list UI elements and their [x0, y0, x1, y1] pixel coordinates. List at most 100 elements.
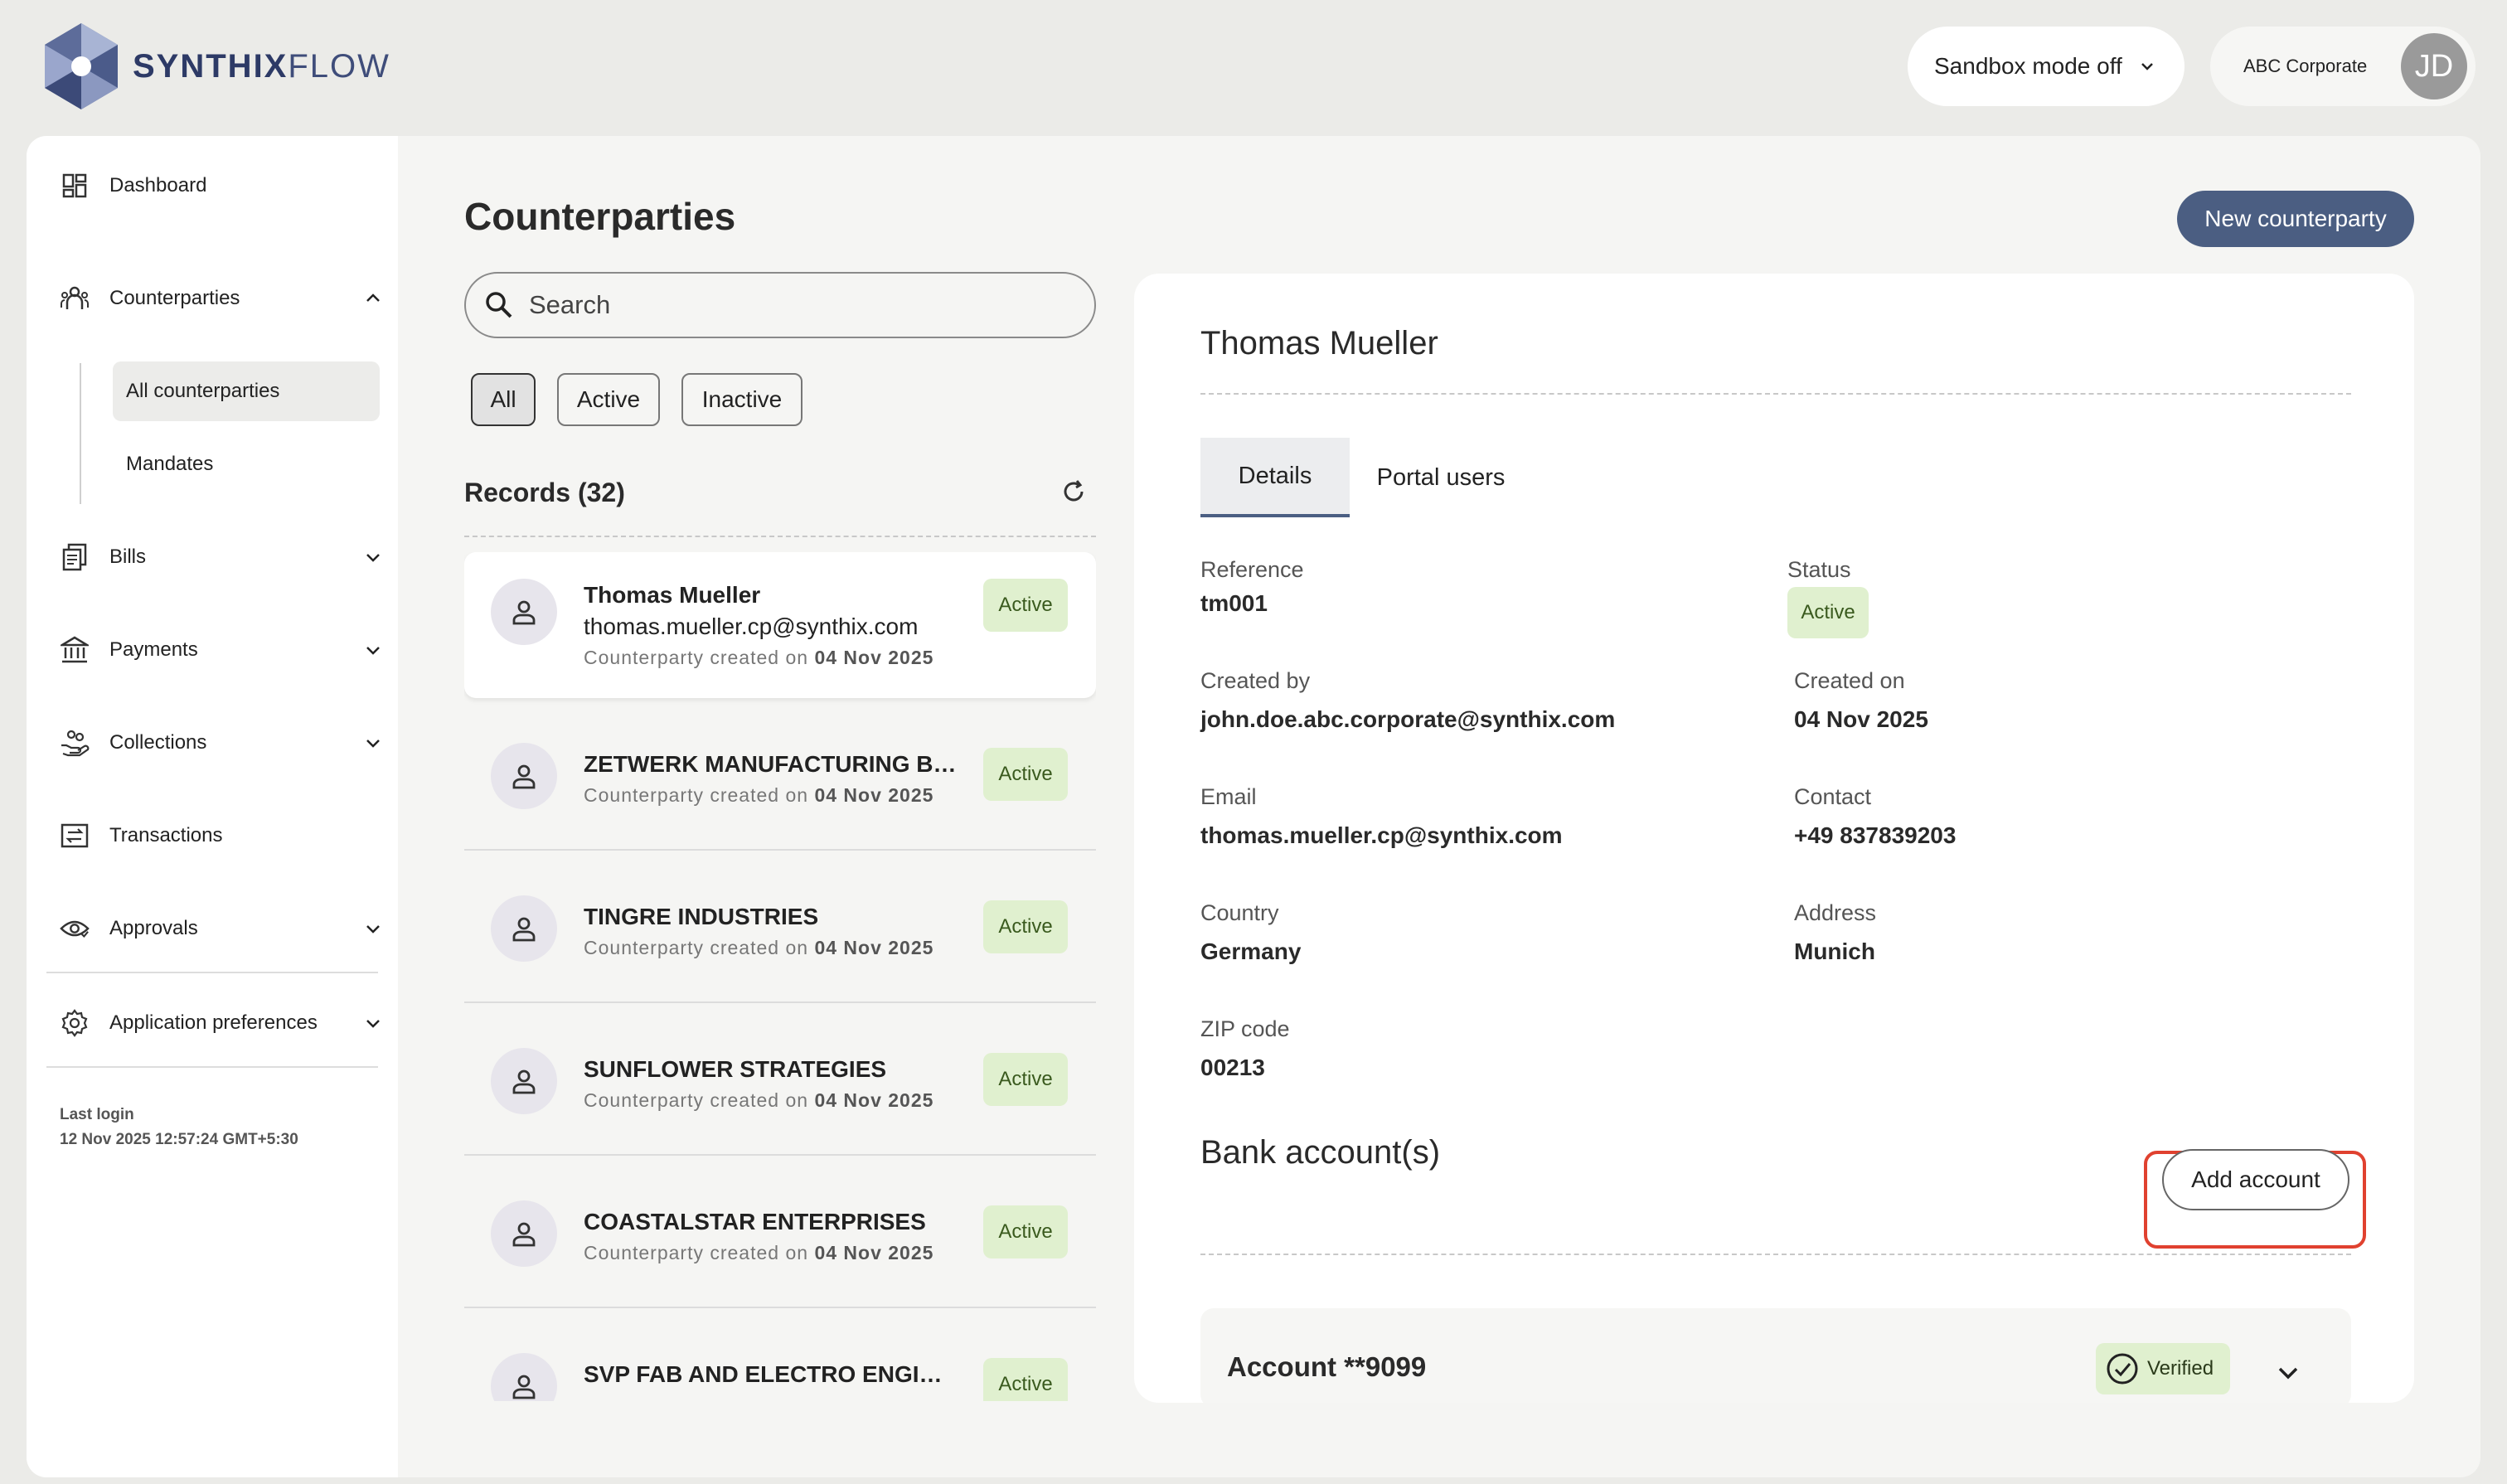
- avatar: [491, 1353, 557, 1401]
- sidebar-item-label: Approvals: [109, 917, 198, 939]
- records-divider: [464, 536, 1096, 537]
- counterparty-name: SVP FAB AND ELECTRO ENGINEERING: [584, 1361, 957, 1387]
- tab-portal-users[interactable]: Portal users: [1366, 438, 1515, 517]
- chevron-down-icon: [366, 925, 380, 934]
- org-switcher[interactable]: ABC Corporate JD: [2210, 27, 2475, 106]
- filter-active[interactable]: Active: [557, 373, 660, 426]
- person-icon: [512, 1222, 536, 1247]
- zip-value: 00213: [1200, 1055, 1265, 1080]
- refresh-icon[interactable]: [1060, 478, 1088, 506]
- sidebar-item-approvals[interactable]: Approvals: [60, 914, 383, 943]
- sidebar-item-label: Collections: [109, 731, 207, 754]
- status-badge: Active: [983, 579, 1068, 632]
- people-icon: [60, 284, 90, 313]
- country-value: Germany: [1200, 938, 1302, 964]
- last-login: Last login 12 Nov 2025 12:57:24 GMT+5:30: [60, 1103, 298, 1152]
- chevron-up-icon: [366, 293, 380, 302]
- zip-label: ZIP code: [1200, 1016, 1290, 1041]
- sidebar-item-counterparties[interactable]: Counterparties: [60, 284, 383, 313]
- org-name: ABC Corporate: [2243, 56, 2368, 76]
- counterparty-name: ZETWERK MANUFACTURING BUSINESSES PRIVATE…: [584, 751, 957, 777]
- status-badge: Active: [1787, 587, 1869, 638]
- list-item[interactable]: TINGRE INDUSTRIES Counterparty created o…: [464, 851, 1096, 1003]
- tab-details[interactable]: Details: [1200, 438, 1350, 517]
- detail-divider: [1200, 393, 2351, 395]
- eye-icon: [60, 914, 90, 943]
- sidebar-item-dashboard[interactable]: Dashboard: [60, 171, 383, 201]
- chevron-down-icon[interactable]: [2275, 1360, 2301, 1386]
- list-item[interactable]: ZETWERK MANUFACTURING BUSINESSES PRIVATE…: [464, 698, 1096, 851]
- person-icon: [512, 917, 536, 942]
- top-bar: SYNTHIXFLOW Sandbox mode off ABC Corpora…: [0, 0, 2507, 134]
- counterparty-created: Counterparty created on 04 Nov 2025: [584, 1242, 934, 1263]
- avatar: [491, 743, 557, 809]
- email-label: Email: [1200, 784, 1257, 809]
- counterparty-created: Counterparty created on 04 Nov 2025: [584, 937, 934, 958]
- new-counterparty-button[interactable]: New counterparty: [2177, 191, 2414, 247]
- user-avatar[interactable]: JD: [2401, 33, 2467, 99]
- status-badge: Active: [983, 748, 1068, 801]
- sidebar-item-payments[interactable]: Payments: [60, 635, 383, 665]
- check-circle-icon: [2107, 1353, 2138, 1385]
- search-input[interactable]: [529, 290, 1026, 320]
- sidebar-divider: [46, 972, 378, 973]
- counterparty-name: TINGRE INDUSTRIES: [584, 904, 819, 929]
- status-badge: Active: [983, 1053, 1068, 1106]
- sandbox-mode-label: Sandbox mode off: [1934, 53, 2122, 79]
- filter-all[interactable]: All: [471, 373, 536, 426]
- person-icon: [512, 764, 536, 789]
- sidebar-subitem-mandates[interactable]: Mandates: [113, 434, 380, 494]
- created-by-value: john.doe.abc.corporate@synthix.com: [1200, 706, 1616, 732]
- detail-panel: Thomas Mueller Details Portal users Refe…: [1134, 274, 2414, 1403]
- sidebar-item-bills[interactable]: Bills: [60, 542, 383, 572]
- search-box[interactable]: [464, 272, 1096, 338]
- app-frame: Dashboard Counterparties All counterpart…: [27, 136, 2480, 1477]
- person-icon: [512, 1375, 536, 1399]
- bank-account-card[interactable]: Account **9099 Verified: [1200, 1308, 2351, 1403]
- reference-value: tm001: [1200, 590, 1268, 616]
- chevron-down-icon: [366, 740, 380, 748]
- brand-logo[interactable]: SYNTHIXFLOW: [38, 20, 390, 113]
- dashboard-icon: [60, 171, 90, 201]
- person-icon: [512, 1069, 536, 1094]
- list-item[interactable]: COASTALSTAR ENTERPRISES Counterparty cre…: [464, 1156, 1096, 1308]
- counterparty-created: Counterparty created on 04 Nov 2025: [584, 1089, 934, 1111]
- account-name: Account **9099: [1227, 1351, 1427, 1382]
- sidebar-item-transactions[interactable]: Transactions: [60, 821, 383, 851]
- counterparty-name: COASTALSTAR ENTERPRISES: [584, 1209, 926, 1234]
- status-label: Status: [1787, 557, 1851, 582]
- email-value: thomas.mueller.cp@synthix.com: [1200, 822, 1563, 848]
- last-login-value: 12 Nov 2025 12:57:24 GMT+5:30: [60, 1131, 298, 1148]
- sidebar-subitem-all-counterparties[interactable]: All counterparties: [113, 361, 380, 421]
- sandbox-mode-dropdown[interactable]: Sandbox mode off: [1908, 27, 2185, 106]
- sidebar-item-collections[interactable]: Collections: [60, 728, 383, 758]
- list-item[interactable]: Thomas Mueller thomas.mueller.cp@synthix…: [464, 552, 1096, 698]
- search-icon: [486, 292, 512, 318]
- country-label: Country: [1200, 900, 1279, 925]
- created-by-label: Created by: [1200, 668, 1311, 693]
- last-login-label: Last login: [60, 1106, 134, 1123]
- status-badge: Active: [983, 900, 1068, 953]
- address-value: Munich: [1794, 938, 1875, 964]
- counterparty-created: Counterparty created on 04 Nov 2025: [584, 647, 934, 668]
- status-badge: Active: [983, 1205, 1068, 1258]
- avatar: [491, 579, 557, 645]
- bills-icon: [60, 542, 90, 572]
- bank-icon: [60, 635, 90, 665]
- records-list: Thomas Mueller thomas.mueller.cp@synthix…: [464, 552, 1096, 1401]
- counterparty-name: Thomas Mueller: [584, 582, 761, 608]
- list-item[interactable]: SUNFLOWER STRATEGIES Counterparty create…: [464, 1003, 1096, 1156]
- sidebar-item-label: Application preferences: [109, 1011, 318, 1034]
- sidebar: Dashboard Counterparties All counterpart…: [27, 136, 398, 1477]
- filter-inactive[interactable]: Inactive: [681, 373, 803, 426]
- hand-coins-icon: [60, 728, 90, 758]
- avatar: [491, 1048, 557, 1114]
- chevron-down-icon: [366, 554, 380, 562]
- add-account-button[interactable]: Add account: [2162, 1149, 2349, 1210]
- status-badge: Active: [983, 1358, 1068, 1401]
- page-title: Counterparties: [464, 195, 736, 238]
- sidebar-item-application-preferences[interactable]: Application preferences: [60, 1008, 383, 1038]
- list-item[interactable]: SVP FAB AND ELECTRO ENGINEERING Active: [464, 1308, 1096, 1401]
- sidebar-item-label: Counterparties: [109, 287, 240, 309]
- transfer-icon: [60, 821, 90, 851]
